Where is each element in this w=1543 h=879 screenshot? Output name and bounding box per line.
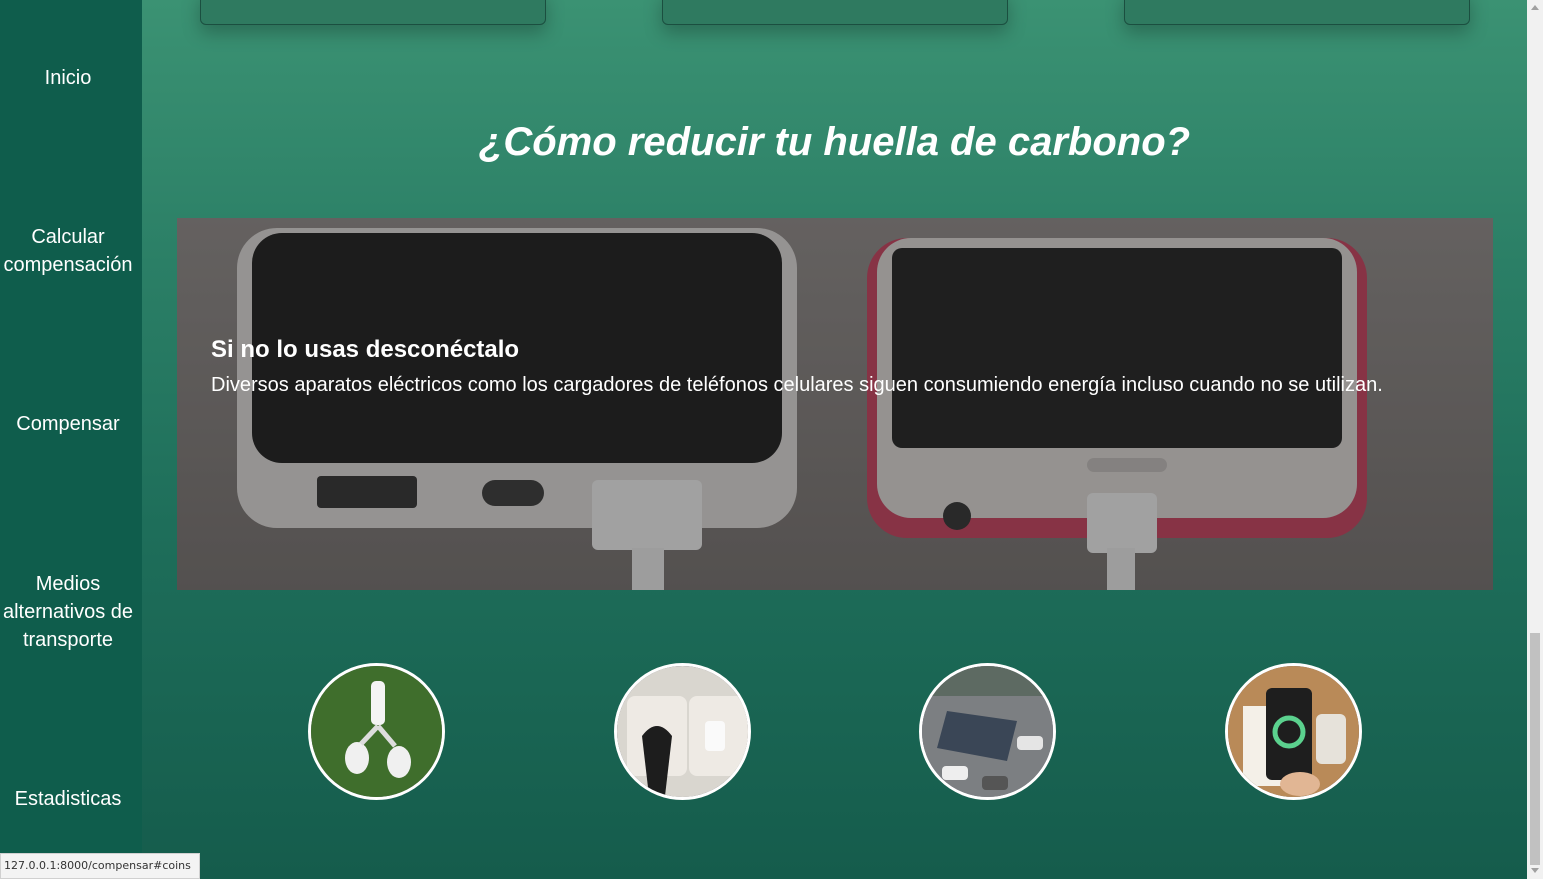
section-title: ¿Cómo reducir tu huella de carbono? bbox=[478, 120, 1191, 164]
wall-outlet-plug-icon bbox=[617, 666, 748, 797]
top-card bbox=[1124, 0, 1470, 25]
tip-thumbnail-recycle[interactable] bbox=[1225, 663, 1362, 800]
scrollbar-thumb[interactable] bbox=[1530, 633, 1540, 865]
solar-panels-parking-icon bbox=[922, 666, 1053, 797]
tip-thumbnail-bulbs[interactable] bbox=[308, 663, 445, 800]
top-card bbox=[662, 0, 1008, 25]
tip-text: Diversos aparatos eléctricos como los ca… bbox=[211, 374, 1383, 396]
tip-title: Si no lo usas desconéctalo bbox=[211, 336, 520, 363]
top-card bbox=[200, 0, 546, 25]
sidebar: Inicio Calcular compensación Compensar M… bbox=[0, 0, 142, 879]
tip-card: Si no lo usas desconéctalo Diversos apar… bbox=[177, 218, 1493, 590]
scroll-up-arrow-icon[interactable] bbox=[1531, 5, 1539, 10]
sidebar-item-estadisticas[interactable]: Estadisticas bbox=[0, 785, 136, 813]
tip-thumbnail-outlet[interactable] bbox=[614, 663, 751, 800]
status-bar-url: 127.0.0.1:8000/compensar#coins bbox=[0, 853, 200, 879]
tip-thumbnail-solar[interactable] bbox=[919, 663, 1056, 800]
sidebar-item-medios-transporte[interactable]: Medios alternativos de transporte bbox=[0, 570, 136, 654]
sidebar-item-inicio[interactable]: Inicio bbox=[0, 64, 136, 92]
recycle-phone-icon bbox=[1228, 666, 1359, 797]
vertical-scrollbar[interactable] bbox=[1527, 0, 1543, 879]
tip-overlay bbox=[177, 218, 1493, 590]
main-content: ¿Cómo reducir tu huella de carbono? Si n… bbox=[142, 0, 1527, 879]
sidebar-item-compensar[interactable]: Compensar bbox=[0, 410, 136, 438]
light-bulbs-on-grass-icon bbox=[311, 666, 442, 797]
scroll-down-arrow-icon[interactable] bbox=[1531, 868, 1539, 873]
sidebar-item-calcular-compensacion[interactable]: Calcular compensación bbox=[0, 223, 136, 279]
